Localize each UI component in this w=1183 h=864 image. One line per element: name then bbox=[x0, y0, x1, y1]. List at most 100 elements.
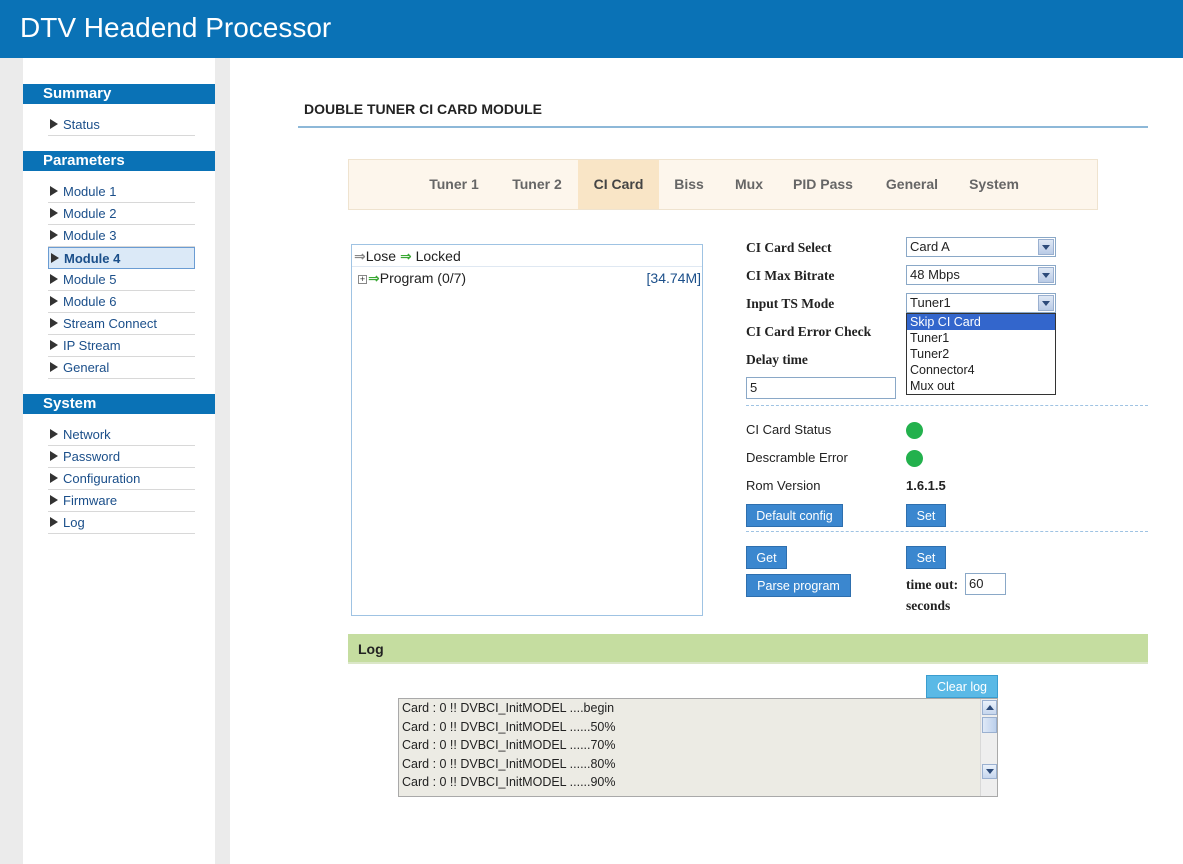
expand-plus-icon[interactable]: + bbox=[358, 275, 367, 284]
arrow-right-green-icon: ⇒ bbox=[368, 270, 380, 286]
sidebar-item-general[interactable]: General bbox=[48, 357, 195, 379]
triangle-right-icon bbox=[50, 495, 58, 505]
triangle-right-icon bbox=[50, 274, 58, 284]
triangle-right-icon bbox=[50, 473, 58, 483]
dropdown-option[interactable]: Connector4 bbox=[907, 362, 1055, 378]
tab-system[interactable]: System bbox=[961, 160, 1027, 209]
log-textarea[interactable]: Card : 0 !! DVBCI_InitMODEL ....begin Ca… bbox=[398, 698, 998, 797]
tree-legend: ⇒Lose ⇒ Locked bbox=[352, 245, 702, 267]
dropdown-option[interactable]: Tuner1 bbox=[907, 330, 1055, 346]
parse-program-button[interactable]: Parse program bbox=[746, 574, 851, 597]
sidebar-item-module-4[interactable]: Module 4 bbox=[48, 247, 195, 269]
set-button[interactable]: Set bbox=[906, 546, 946, 569]
dropdown-option[interactable]: Tuner2 bbox=[907, 346, 1055, 362]
descramble-error-label: Descramble Error bbox=[746, 450, 848, 465]
sidebar-item-module-1[interactable]: Module 1 bbox=[48, 181, 195, 203]
program-tree: ⇒Lose ⇒ Locked + ⇒Program (0/7) [34.74M] bbox=[351, 244, 703, 616]
descramble-error-indicator bbox=[906, 450, 923, 467]
log-line: Card : 0 !! DVBCI_InitMODEL ......50% bbox=[402, 719, 616, 734]
triangle-right-icon bbox=[50, 340, 58, 350]
sidebar-item-module-2[interactable]: Module 2 bbox=[48, 203, 195, 225]
log-heading: Log bbox=[348, 634, 1148, 664]
tab-tuner-1[interactable]: Tuner 1 bbox=[419, 160, 489, 209]
ci-card-select[interactable]: Card A bbox=[906, 237, 1056, 257]
input-ts-mode-label: Input TS Mode bbox=[746, 296, 835, 311]
sidebar-heading-system: System bbox=[23, 394, 215, 414]
tab-pid-pass[interactable]: PID Pass bbox=[785, 160, 861, 209]
chevron-down-icon[interactable] bbox=[1038, 295, 1054, 311]
ci-card-error-check-label: CI Card Error Check bbox=[746, 324, 872, 339]
timeout-label: time out: bbox=[906, 577, 959, 592]
tab-mux[interactable]: Mux bbox=[725, 160, 773, 209]
section-divider bbox=[746, 405, 1148, 406]
ci-max-bitrate-label: CI Max Bitrate bbox=[746, 268, 835, 283]
tab-tuner-2[interactable]: Tuner 2 bbox=[501, 160, 573, 209]
app-title: DTV Headend Processor bbox=[20, 12, 332, 43]
triangle-right-icon bbox=[50, 362, 58, 372]
chevron-down-icon[interactable] bbox=[1038, 267, 1054, 283]
scroll-down-icon[interactable] bbox=[982, 764, 997, 779]
log-scrollbar[interactable] bbox=[980, 699, 997, 796]
triangle-right-icon bbox=[50, 119, 58, 129]
triangle-right-icon bbox=[50, 230, 58, 240]
sidebar-item-module-3[interactable]: Module 3 bbox=[48, 225, 195, 247]
delay-time-input[interactable]: 5 bbox=[746, 377, 896, 399]
triangle-right-icon bbox=[50, 186, 58, 196]
scroll-up-icon[interactable] bbox=[982, 700, 997, 715]
sidebar-item-configuration[interactable]: Configuration bbox=[48, 468, 195, 490]
triangle-right-icon bbox=[50, 429, 58, 439]
sidebar: Summary Status Parameters Module 1 Modul… bbox=[23, 58, 215, 864]
sidebar-item-firmware[interactable]: Firmware bbox=[48, 490, 195, 512]
triangle-right-icon bbox=[50, 296, 58, 306]
page-title: DOUBLE TUNER CI CARD MODULE bbox=[304, 101, 542, 117]
sidebar-heading-parameters: Parameters bbox=[23, 151, 215, 171]
timeout-input[interactable]: 60 bbox=[965, 573, 1006, 595]
tree-node-program[interactable]: + ⇒Program (0/7) [34.74M] bbox=[358, 269, 701, 287]
set-config-button[interactable]: Set bbox=[906, 504, 946, 527]
triangle-right-icon bbox=[50, 451, 58, 461]
scroll-thumb[interactable] bbox=[982, 717, 997, 733]
chevron-down-icon[interactable] bbox=[1038, 239, 1054, 255]
dropdown-option[interactable]: Mux out bbox=[907, 378, 1055, 394]
arrow-right-gray-icon: ⇒ bbox=[354, 248, 366, 264]
dropdown-option[interactable]: Skip CI Card bbox=[907, 314, 1055, 330]
ci-card-status-label: CI Card Status bbox=[746, 422, 832, 437]
triangle-right-icon bbox=[51, 253, 59, 263]
clear-log-button[interactable]: Clear log bbox=[926, 675, 998, 698]
sidebar-item-status[interactable]: Status bbox=[48, 114, 195, 136]
ci-card-status-indicator bbox=[906, 422, 923, 439]
arrow-right-green-icon: ⇒ bbox=[399, 248, 412, 264]
triangle-right-icon bbox=[50, 318, 58, 328]
timeout-unit: seconds bbox=[906, 598, 951, 613]
triangle-right-icon bbox=[50, 208, 58, 218]
log-line: Card : 0 !! DVBCI_InitMODEL ......90% bbox=[402, 775, 616, 789]
main-panel: DOUBLE TUNER CI CARD MODULE Tuner 1 Tune… bbox=[230, 58, 1183, 864]
sidebar-item-module-6[interactable]: Module 6 bbox=[48, 291, 195, 313]
sidebar-heading-summary: Summary bbox=[23, 84, 215, 104]
sidebar-item-stream-connect[interactable]: Stream Connect bbox=[48, 313, 195, 335]
ci-card-select-label: CI Card Select bbox=[746, 240, 832, 255]
rom-version-value: 1.6.1.5 bbox=[906, 478, 946, 493]
sidebar-item-password[interactable]: Password bbox=[48, 446, 195, 468]
triangle-right-icon bbox=[50, 517, 58, 527]
input-ts-mode-select[interactable]: Tuner1 bbox=[906, 293, 1056, 313]
input-ts-mode-dropdown: Skip CI Card Tuner1 Tuner2 Connector4 Mu… bbox=[906, 313, 1056, 395]
ci-max-bitrate-select[interactable]: 48 Mbps bbox=[906, 265, 1056, 285]
section-divider bbox=[746, 531, 1148, 532]
delay-time-label: Delay time bbox=[746, 352, 808, 367]
get-button[interactable]: Get bbox=[746, 546, 787, 569]
log-line: Card : 0 !! DVBCI_InitMODEL ....begin bbox=[402, 701, 615, 715]
sidebar-item-module-5[interactable]: Module 5 bbox=[48, 269, 195, 291]
app-header: DTV Headend Processor bbox=[0, 0, 1183, 58]
title-divider bbox=[298, 126, 1148, 128]
rom-version-label: Rom Version bbox=[746, 478, 821, 493]
sidebar-item-network[interactable]: Network bbox=[48, 424, 195, 446]
sidebar-item-ip-stream[interactable]: IP Stream bbox=[48, 335, 195, 357]
tab-ci-card[interactable]: CI Card bbox=[578, 160, 659, 209]
tab-biss[interactable]: Biss bbox=[665, 160, 713, 209]
sidebar-item-log[interactable]: Log bbox=[48, 512, 195, 534]
tab-general[interactable]: General bbox=[875, 160, 949, 209]
tab-bar: Tuner 1 Tuner 2 CI Card Biss Mux PID Pas… bbox=[348, 159, 1098, 210]
default-config-button[interactable]: Default config bbox=[746, 504, 843, 527]
log-line: Card : 0 !! DVBCI_InitMODEL ......70% bbox=[402, 738, 616, 752]
